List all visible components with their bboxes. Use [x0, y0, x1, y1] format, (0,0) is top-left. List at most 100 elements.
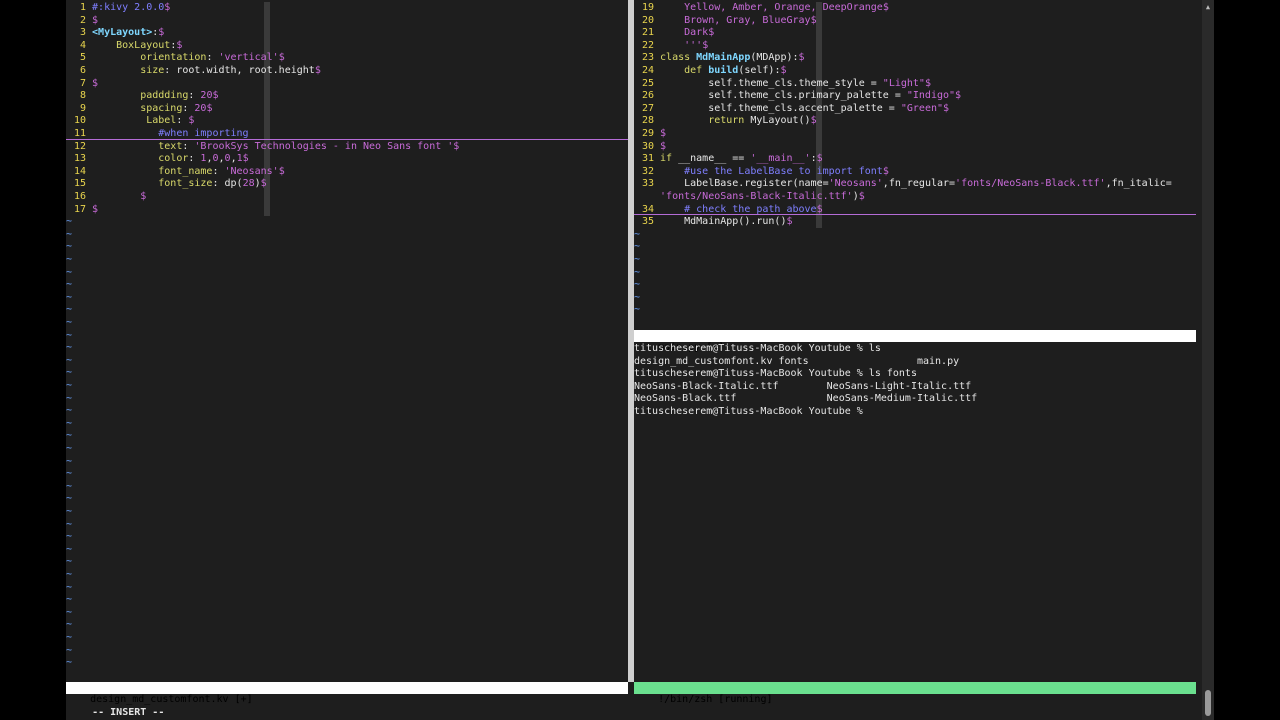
terminal-line: tituscheserem@Tituss-MacBook Youtube %: [634, 406, 863, 417]
code-line[interactable]: 4 BoxLayout:$: [66, 40, 182, 53]
code-token: $: [140, 191, 147, 202]
empty-line-tilde: ~: [634, 304, 641, 316]
code-line[interactable]: 21 Dark$: [634, 27, 714, 40]
code-line[interactable]: 1 #:kivy 2.0.0$: [66, 2, 170, 15]
empty-line-tilde: ~: [66, 266, 73, 278]
code-token: BoxLayout: [116, 39, 171, 51]
code-token: 28: [242, 178, 255, 190]
line-number: 6: [79, 65, 86, 76]
line-number: 16: [73, 191, 86, 202]
left-editor-pane[interactable]: 1 #:kivy 2.0.0$ 2 $3 <MyLayout>:$ 4 BoxLay…: [66, 0, 628, 682]
right-editor-pane[interactable]: 19 Yellow, Amber, Orange, DeepOrange$ 20 …: [634, 0, 1196, 330]
terminal-line: tituscheserem@Tituss-MacBook Youtube % l…: [634, 343, 881, 354]
empty-line-tilde: ~: [66, 405, 73, 417]
empty-line-tilde: ~: [66, 228, 73, 240]
code-line[interactable]: 14 font_name: 'Neosans'$: [66, 166, 285, 179]
code-line[interactable]: 12 text: 'BrookSys Technologies - in Neo…: [66, 141, 459, 154]
line-number: 23: [641, 52, 654, 64]
code-token: (MDApp):: [750, 52, 799, 64]
scrollbar-thumb[interactable]: [1205, 690, 1211, 716]
code-token: "Light": [882, 77, 925, 89]
code-line[interactable]: 17 $: [66, 204, 98, 217]
code-line[interactable]: 32 #use the LabelBase to import font$: [634, 166, 889, 179]
empty-line-tilde: ~: [66, 241, 73, 253]
code-token: $: [786, 216, 793, 228]
empty-line-tilde: ~: [66, 455, 73, 467]
code-token: color: [158, 153, 189, 165]
code-line[interactable]: 5 orientation: 'vertical'$: [66, 52, 285, 65]
empty-line-tilde: ~: [66, 443, 73, 454]
line-number: 4: [79, 39, 86, 51]
terminal-line: NeoSans-Black.ttf NeoSans-Medium-Italic.…: [634, 393, 978, 405]
line-number: 15: [73, 178, 86, 190]
code-token: :: [182, 140, 195, 152]
code-token: __name__ ==: [678, 153, 751, 165]
code-line[interactable]: 19 Yellow, Amber, Orange, DeepOrange$: [634, 2, 889, 15]
code-line[interactable]: 22 '''$: [634, 40, 708, 53]
code-line[interactable]: 28 return MyLayout()$: [634, 115, 817, 128]
code-token: <MyLayout>: [92, 27, 153, 39]
code-line[interactable]: 29 $: [634, 128, 666, 141]
terminal-line: NeoSans-Black-Italic.ttf NeoSans-Light-I…: [634, 380, 972, 392]
line-number: 20: [641, 14, 654, 26]
code-line[interactable]: 9 spacing: 20$: [66, 102, 213, 116]
code-token: :: [182, 102, 195, 114]
code-token: "Indigo": [906, 90, 956, 102]
code-line[interactable]: 8 paddding: 20$: [66, 90, 219, 103]
code-line[interactable]: 7 $: [66, 78, 98, 91]
empty-line-tilde: ~: [66, 279, 73, 291]
empty-line-tilde: ~: [66, 619, 73, 631]
scroll-up-icon[interactable]: ▲: [1204, 3, 1212, 11]
line-number: 17: [73, 203, 86, 215]
terminal-pane[interactable]: tituscheserem@Tituss-MacBook Youtube % l…: [634, 342, 1196, 682]
code-line[interactable]: 35 MdMainApp().run()$: [634, 216, 793, 229]
code-line[interactable]: 16 $: [66, 191, 146, 204]
line-number: 34: [641, 203, 654, 215]
code-line[interactable]: 31 if __name__ == '__main__':$: [634, 153, 823, 166]
code-token: $: [702, 39, 709, 51]
code-token: $: [164, 2, 171, 13]
code-line[interactable]: 34 # check the path above$: [634, 204, 823, 217]
empty-line-tilde: ~: [634, 279, 641, 291]
line-number: 29: [641, 128, 654, 139]
code-line[interactable]: 6 size: root.width, root.height$: [66, 65, 321, 78]
code-line[interactable]: 27 self.theme_cls.accent_palette = "Gree…: [634, 103, 949, 116]
terminal-line: design_md_customfont.kv fonts main.py: [634, 355, 960, 367]
scrollbar[interactable]: ▲: [1202, 0, 1214, 720]
code-line[interactable]: 13 color: 1,0,0,1$: [66, 153, 249, 166]
code-token: ,fn_regular=: [882, 178, 956, 190]
line-number: 13: [73, 153, 86, 165]
code-line[interactable]: 10 Label: $: [66, 115, 194, 128]
code-line[interactable]: 'fonts/NeoSans-Black-Italic.ttf')$: [634, 191, 865, 204]
empty-line-tilde: ~: [66, 569, 73, 580]
code-line[interactable]: 15 font_size: dp(28)$: [66, 178, 267, 191]
code-line[interactable]: 23 class MdMainApp(MDApp):$: [634, 52, 805, 65]
code-line[interactable]: 2 $: [66, 15, 98, 28]
code-token: size: [140, 65, 165, 76]
line-number: 25: [641, 77, 654, 89]
code-line[interactable]: 25 self.theme_cls.theme_style = "Light"$: [634, 78, 931, 91]
code-line[interactable]: 26 self.theme_cls.primary_palette = "Ind…: [634, 90, 961, 103]
code-token: ''': [684, 39, 703, 51]
line-number: 32: [641, 165, 654, 177]
code-token: self.theme_cls.theme_style =: [660, 77, 883, 89]
code-token: $: [188, 115, 195, 127]
line-number: 28: [641, 115, 654, 127]
line-number: 5: [79, 52, 86, 64]
line-number: 33: [641, 178, 654, 190]
code-token: $: [453, 140, 460, 152]
code-token: $: [882, 165, 889, 177]
terminal-line: tituscheserem@Tituss-MacBook Youtube % l…: [634, 368, 917, 380]
code-line[interactable]: 20 Brown, Gray, BlueGray$: [634, 15, 817, 28]
code-line[interactable]: 33 LabelBase.register(name='Neosans',fn_…: [634, 178, 1172, 191]
code-line[interactable]: 11 #when importing: [66, 128, 249, 141]
code-line[interactable]: 30 $: [634, 141, 666, 154]
empty-line-tilde: ~: [66, 531, 73, 543]
code-line[interactable]: 24 def build(self):$: [634, 65, 787, 78]
code-line[interactable]: 3 <MyLayout>:$: [66, 27, 164, 40]
code-token: MdMainApp().run(): [660, 216, 787, 228]
code-token: $: [206, 102, 213, 114]
code-token: LabelBase.register(name=: [660, 178, 829, 190]
